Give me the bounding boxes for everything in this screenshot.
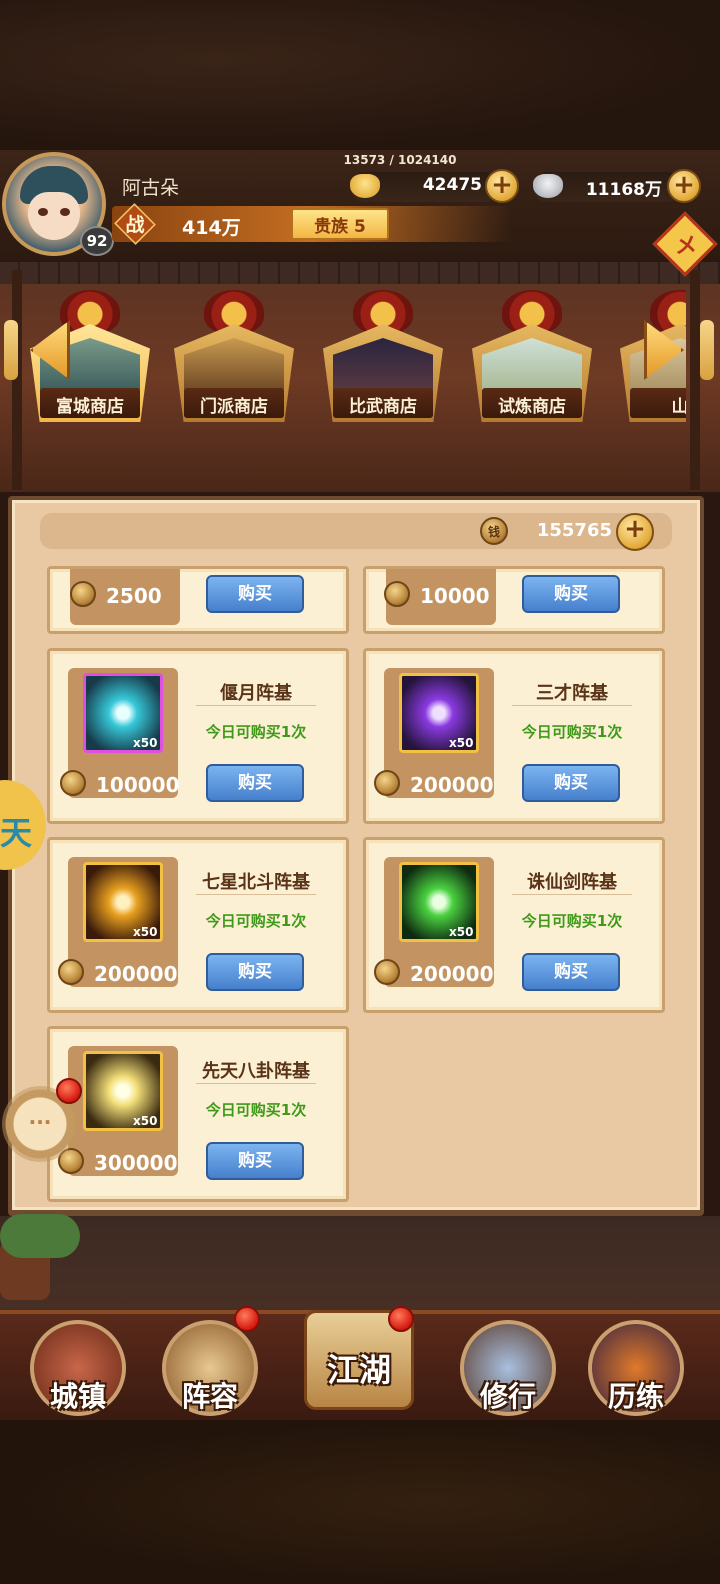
tab-label: 富城商店	[56, 397, 124, 417]
notification-dot	[388, 1306, 414, 1332]
noble-level-text: 贵族 5	[314, 217, 366, 237]
lantern-icon	[700, 320, 714, 380]
item-price: 100000	[96, 773, 180, 797]
pine-tree-icon	[0, 1214, 80, 1258]
coin-icon	[374, 959, 400, 985]
item-quantity: x50	[133, 1114, 158, 1128]
divider	[512, 705, 632, 706]
tab-label: 门派商店	[200, 397, 268, 417]
side-event-text: 天	[0, 814, 33, 852]
pillar	[12, 270, 22, 490]
tab-label: 试炼商店	[498, 397, 566, 417]
tab-sect-shop[interactable]: 门派商店	[170, 290, 298, 424]
item-quantity: x50	[133, 925, 158, 939]
lantern-icon	[4, 320, 18, 380]
item-name: 七星北斗阵基	[202, 872, 310, 893]
purchase-limit: 今日可购买1次	[521, 723, 623, 741]
add-gold-ingot-button[interactable]: +	[485, 169, 519, 203]
nav-training-label: 历练	[607, 1380, 664, 1413]
divider	[196, 705, 316, 706]
roof-tiles	[0, 262, 720, 284]
purchase-limit: 今日可购买1次	[205, 723, 307, 741]
top-background	[0, 0, 720, 150]
item-price: 10000	[420, 584, 490, 608]
notification-dot	[234, 1306, 260, 1332]
tab-label: 比武商店	[349, 397, 417, 417]
coin-glyph: 钱	[487, 525, 500, 539]
pillar	[690, 270, 700, 490]
purchase-limit: 今日可购买1次	[205, 1101, 307, 1119]
buy-button[interactable]: 购买	[206, 1142, 304, 1180]
silver-value: 11168万	[585, 180, 662, 200]
chat-bubble-icon: ···	[28, 1110, 52, 1134]
nav-lineup-label: 阵容	[181, 1380, 238, 1413]
tab-duel-shop[interactable]: 比武商店	[319, 290, 447, 424]
avatar-eye	[38, 208, 48, 216]
buy-button[interactable]: 购买	[206, 764, 304, 802]
coin-icon	[384, 581, 410, 607]
purchase-limit: 今日可购买1次	[521, 912, 623, 930]
item-price: 2500	[106, 584, 162, 608]
item-price: 200000	[94, 962, 178, 986]
item-price: 200000	[410, 962, 494, 986]
buy-button[interactable]: 购买	[522, 575, 620, 613]
buy-button[interactable]: 购买	[522, 764, 620, 802]
tab-label: 山	[671, 397, 687, 417]
nav-town-label: 城镇	[49, 1380, 106, 1413]
nav-cultivation-label: 修行	[479, 1380, 536, 1413]
item-quantity: x50	[449, 736, 474, 750]
notification-dot	[56, 1078, 82, 1104]
avatar-eye	[60, 208, 70, 216]
coin-icon	[60, 770, 86, 796]
player-name: 阿古朵	[122, 177, 180, 199]
item-quantity: x50	[133, 736, 158, 750]
shop-currency-value: 155765	[536, 520, 612, 541]
combat-power-label: 战	[125, 214, 145, 236]
divider	[512, 894, 632, 895]
item-price: 200000	[410, 773, 494, 797]
exp-text: 13573 / 1024140	[343, 153, 457, 167]
item-name: 先天八卦阵基	[202, 1061, 310, 1082]
item-name: 诛仙剑阵基	[527, 872, 617, 893]
item-name: 三才阵基	[536, 683, 608, 704]
purchase-limit: 今日可购买1次	[205, 912, 307, 930]
player-level-badge: 92	[80, 226, 114, 256]
coin-icon	[70, 581, 96, 607]
silver-icon	[533, 174, 563, 198]
item-price: 300000	[94, 1151, 178, 1175]
coin-icon	[374, 770, 400, 796]
gold-ingot-value: 42475	[422, 175, 482, 195]
divider	[196, 1083, 316, 1084]
nav-jianghu-label: 江湖	[326, 1351, 391, 1389]
combat-power-value: 414万	[182, 217, 241, 239]
add-shop-currency-button[interactable]: +	[616, 513, 654, 551]
tab-trial-shop[interactable]: 试炼商店	[468, 290, 596, 424]
buy-button[interactable]: 购买	[206, 575, 304, 613]
coin-icon	[58, 959, 84, 985]
avatar-face	[28, 192, 80, 240]
divider	[196, 894, 316, 895]
add-silver-button[interactable]: +	[667, 169, 701, 203]
buy-button[interactable]: 购买	[522, 953, 620, 991]
buy-button[interactable]: 购买	[206, 953, 304, 991]
item-quantity: x50	[449, 925, 474, 939]
gold-ingot-icon	[350, 174, 380, 198]
bottom-background	[0, 1420, 720, 1584]
crossed-swords-icon: メ	[674, 234, 697, 259]
item-name: 偃月阵基	[220, 683, 292, 704]
